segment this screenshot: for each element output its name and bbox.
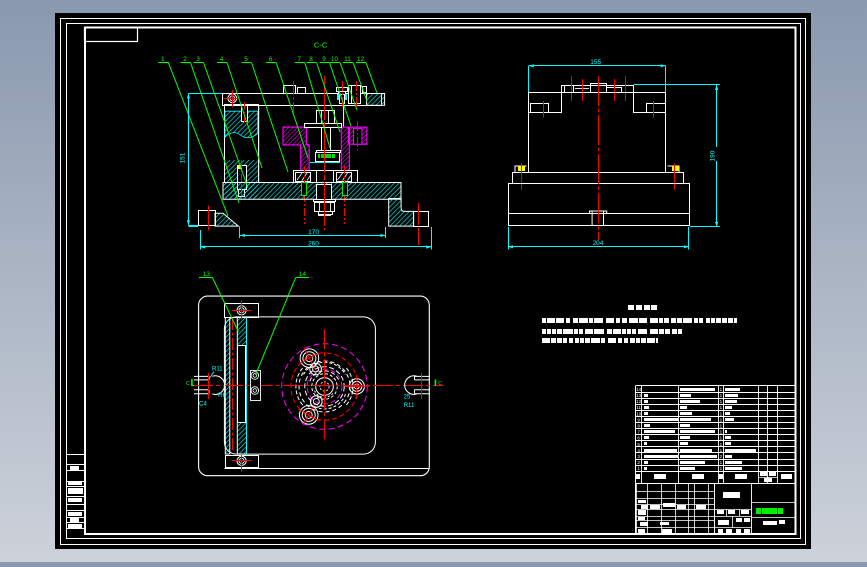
svg-text:12: 12 — [636, 399, 642, 404]
svg-text:151: 151 — [180, 152, 187, 163]
svg-text:10: 10 — [636, 411, 642, 416]
svg-text:C4: C4 — [199, 402, 207, 408]
svg-text:C: C — [438, 381, 442, 387]
svg-text:11: 11 — [636, 405, 641, 410]
svg-text:14: 14 — [636, 387, 642, 392]
svg-text:260: 260 — [308, 241, 319, 248]
svg-text:R11: R11 — [404, 403, 415, 409]
svg-text:13: 13 — [636, 393, 642, 398]
svg-text:R6: R6 — [218, 393, 226, 399]
svg-text:190: 190 — [710, 150, 717, 161]
svg-text:170: 170 — [308, 229, 319, 236]
svg-text:C-C: C-C — [314, 41, 328, 50]
svg-text:C: C — [186, 381, 190, 387]
svg-text:204: 204 — [593, 240, 604, 247]
svg-text:155: 155 — [590, 59, 601, 66]
svg-text:25: 25 — [404, 395, 411, 401]
